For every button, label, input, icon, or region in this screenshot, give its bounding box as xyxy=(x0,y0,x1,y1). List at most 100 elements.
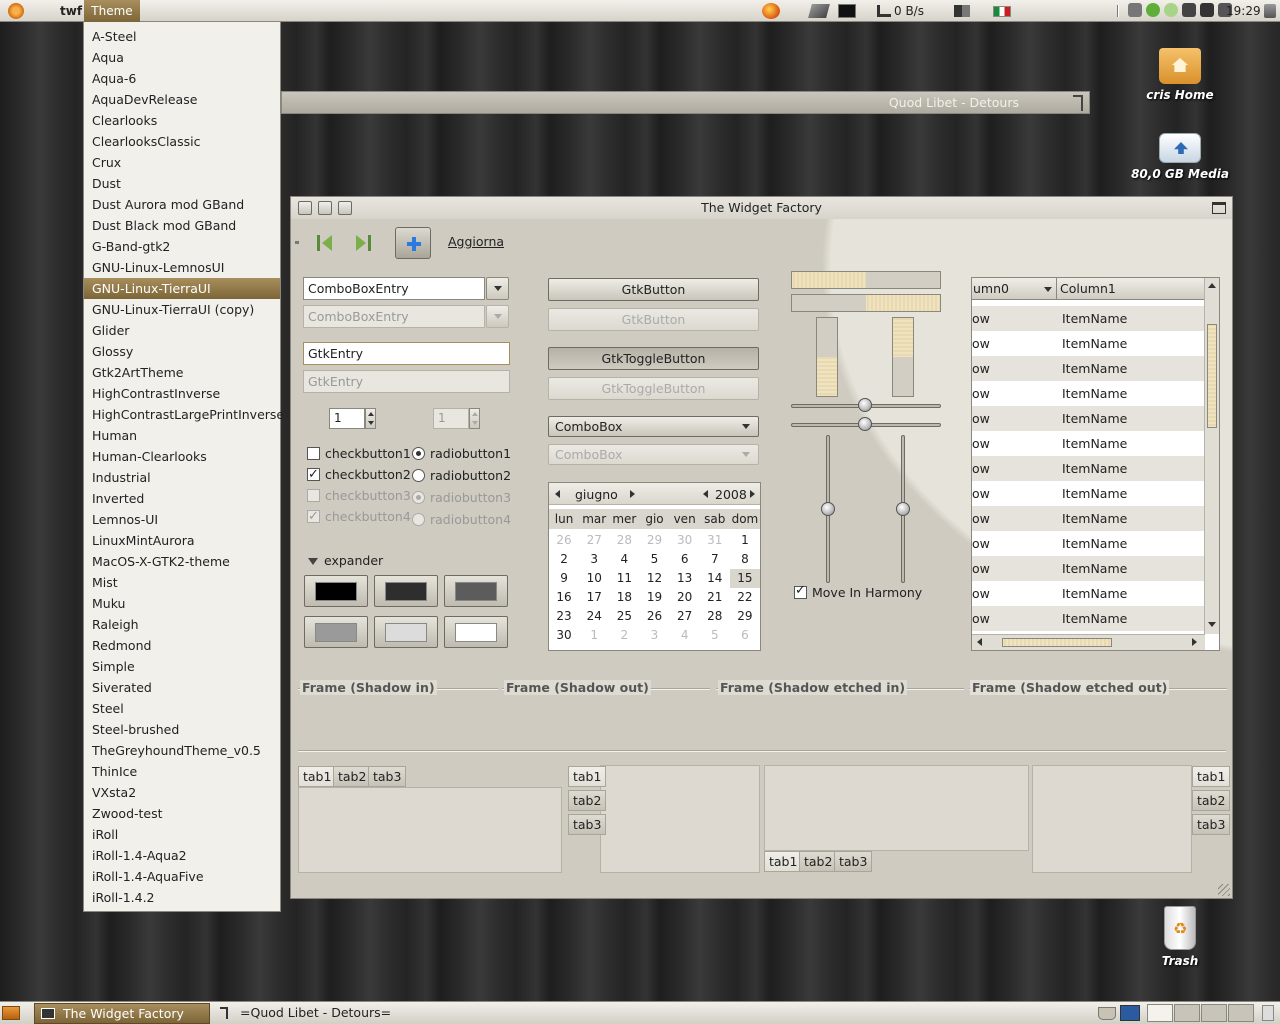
terminal-icon[interactable] xyxy=(838,4,856,18)
color-button-5[interactable] xyxy=(374,616,438,648)
calendar-day[interactable]: 30 xyxy=(670,531,700,550)
notebook-top-tab1[interactable]: tab1 xyxy=(298,766,337,787)
desktop-home-folder[interactable]: cris Home xyxy=(1130,48,1230,102)
desktop-media-drive[interactable]: 80,0 GB Media xyxy=(1130,133,1230,181)
notebook-bottom-tab3[interactable]: tab3 xyxy=(834,851,873,872)
app-menu-twf[interactable]: twf xyxy=(56,0,86,22)
trash-applet-icon[interactable] xyxy=(1262,1005,1274,1021)
combobox-entry-dropdown-arrow[interactable] xyxy=(486,277,509,300)
prev-month-icon[interactable] xyxy=(555,490,560,498)
workspace-4[interactable] xyxy=(1228,1004,1254,1022)
go-last-icon[interactable] xyxy=(355,235,371,251)
theme-menu-button[interactable]: Theme xyxy=(84,0,140,22)
notebook-right-tab1[interactable]: tab1 xyxy=(1192,766,1231,787)
theme-menu-item[interactable]: Mist xyxy=(84,572,280,593)
calendar-day[interactable]: 4 xyxy=(670,626,700,645)
theme-menu-item[interactable]: Gtk2ArtTheme xyxy=(84,362,280,383)
theme-menu-item[interactable]: MacOS-X-GTK2-theme xyxy=(84,551,280,572)
radiobutton2[interactable]: radiobutton2 xyxy=(412,466,511,486)
theme-menu-item[interactable]: A-Steel xyxy=(84,26,280,47)
calendar-day[interactable]: 17 xyxy=(579,588,609,607)
calendar-day[interactable]: 4 xyxy=(609,550,639,569)
theme-menu-item[interactable]: G-Band-gtk2 xyxy=(84,236,280,257)
combobox-entry[interactable]: ComboBoxEntry xyxy=(303,277,485,300)
system-monitor-icon[interactable] xyxy=(1120,1005,1140,1021)
theme-menu-item[interactable]: Dust xyxy=(84,173,280,194)
theme-menu-item[interactable]: Steel-brushed xyxy=(84,719,280,740)
battery-icon[interactable] xyxy=(1200,3,1214,17)
window-titlebar[interactable]: The Widget Factory xyxy=(291,197,1232,219)
vscale-2-knob[interactable] xyxy=(896,502,910,516)
calendar-day[interactable]: 3 xyxy=(639,626,669,645)
calendar-day[interactable]: 15 xyxy=(729,569,760,588)
calendar-day[interactable]: 5 xyxy=(639,550,669,569)
tree-row[interactable]: ow ItemName xyxy=(972,581,1205,606)
theme-menu-item[interactable]: Raleigh xyxy=(84,614,280,635)
radiobutton1[interactable]: radiobutton1 xyxy=(412,444,511,464)
horizontal-scrollbar[interactable] xyxy=(972,634,1205,650)
tree-row[interactable]: ow ItemName xyxy=(972,531,1205,556)
calendar-day[interactable]: 28 xyxy=(700,607,730,626)
next-year-icon[interactable] xyxy=(750,490,755,498)
notebook-top-tab3[interactable]: tab3 xyxy=(368,766,407,787)
theme-menu-item[interactable]: GNU-Linux-TierraUI xyxy=(84,278,280,299)
calendar-day[interactable]: 2 xyxy=(609,626,639,645)
color-button-3[interactable] xyxy=(444,575,508,607)
theme-menu-item[interactable]: iRoll xyxy=(84,824,280,845)
vertical-scrollbar[interactable] xyxy=(1204,278,1219,634)
horizontal-scroll-thumb[interactable] xyxy=(1002,638,1112,647)
calendar-day[interactable]: 1 xyxy=(579,626,609,645)
calendar-day[interactable]: 1 xyxy=(730,531,760,550)
calendar-day[interactable]: 14 xyxy=(700,569,730,588)
spin-button[interactable]: 1 xyxy=(329,408,376,429)
notebook-bottom-tab2[interactable]: tab2 xyxy=(799,851,838,872)
taskbar-widget-factory[interactable]: The Widget Factory xyxy=(34,1003,210,1024)
theme-menu-item[interactable]: Human xyxy=(84,425,280,446)
hscale-2-knob[interactable] xyxy=(858,417,872,431)
theme-menu-item[interactable]: Zwood-test xyxy=(84,803,280,824)
tree-row[interactable]: ow ItemName xyxy=(972,481,1205,506)
go-first-icon[interactable] xyxy=(317,235,333,251)
theme-menu-item[interactable]: ThinIce xyxy=(84,761,280,782)
scroll-up-icon[interactable] xyxy=(1208,283,1216,288)
toolbar-grip[interactable] xyxy=(295,241,299,244)
theme-menu-item[interactable]: Clearlooks xyxy=(84,110,280,131)
theme-menu-item[interactable]: TheGreyhoundTheme_v0.5 xyxy=(84,740,280,761)
calendar-day[interactable]: 28 xyxy=(609,531,639,550)
desktop-trash[interactable]: Trash xyxy=(1130,906,1230,968)
calendar-day[interactable]: 13 xyxy=(670,569,700,588)
show-desktop-icon[interactable] xyxy=(2,1006,20,1020)
tree-row[interactable]: ow ItemName xyxy=(972,556,1205,581)
theme-menu-item[interactable]: Inverted xyxy=(84,488,280,509)
theme-menu-item[interactable]: Glossy xyxy=(84,341,280,362)
shutdown-icon[interactable] xyxy=(1264,4,1276,18)
calendar-day[interactable]: 19 xyxy=(639,588,669,607)
calendar-day[interactable]: 26 xyxy=(549,531,579,550)
update-icon[interactable] xyxy=(1164,3,1178,17)
theme-menu-item[interactable]: Human-Clearlooks xyxy=(84,446,280,467)
tree-row[interactable]: ow ItemName xyxy=(972,606,1205,631)
theme-menu-item[interactable]: VXsta2 xyxy=(84,782,280,803)
next-month-icon[interactable] xyxy=(630,490,635,498)
calendar-day[interactable]: 24 xyxy=(579,607,609,626)
scroll-down-icon[interactable] xyxy=(1208,622,1216,627)
theme-menu-item[interactable]: Dust Black mod GBand xyxy=(84,215,280,236)
calendar-day[interactable]: 30 xyxy=(549,626,579,645)
theme-menu-item[interactable]: Muku xyxy=(84,593,280,614)
theme-menu-item[interactable]: Glider xyxy=(84,320,280,341)
calendar-day[interactable]: 10 xyxy=(579,569,609,588)
theme-menu-item[interactable]: Aqua-6 xyxy=(84,68,280,89)
color-button-1[interactable] xyxy=(304,575,368,607)
theme-menu-item[interactable]: Crux xyxy=(84,152,280,173)
theme-menu-item[interactable]: Aqua xyxy=(84,47,280,68)
notebook-right-tab2[interactable]: tab2 xyxy=(1192,790,1231,811)
calendar-day[interactable]: 26 xyxy=(639,607,669,626)
notebook-left-tab2[interactable]: tab2 xyxy=(568,790,607,811)
move-in-harmony-checkbox[interactable]: Move In Harmony xyxy=(794,583,922,600)
theme-menu-item[interactable]: Steel xyxy=(84,698,280,719)
media-play-icon[interactable] xyxy=(1146,3,1160,17)
calendar-day[interactable]: 3 xyxy=(579,550,609,569)
spin-value[interactable]: 1 xyxy=(329,408,365,429)
ubuntu-logo-icon[interactable] xyxy=(8,3,24,19)
theme-menu-item[interactable]: Lemnos-UI xyxy=(84,509,280,530)
